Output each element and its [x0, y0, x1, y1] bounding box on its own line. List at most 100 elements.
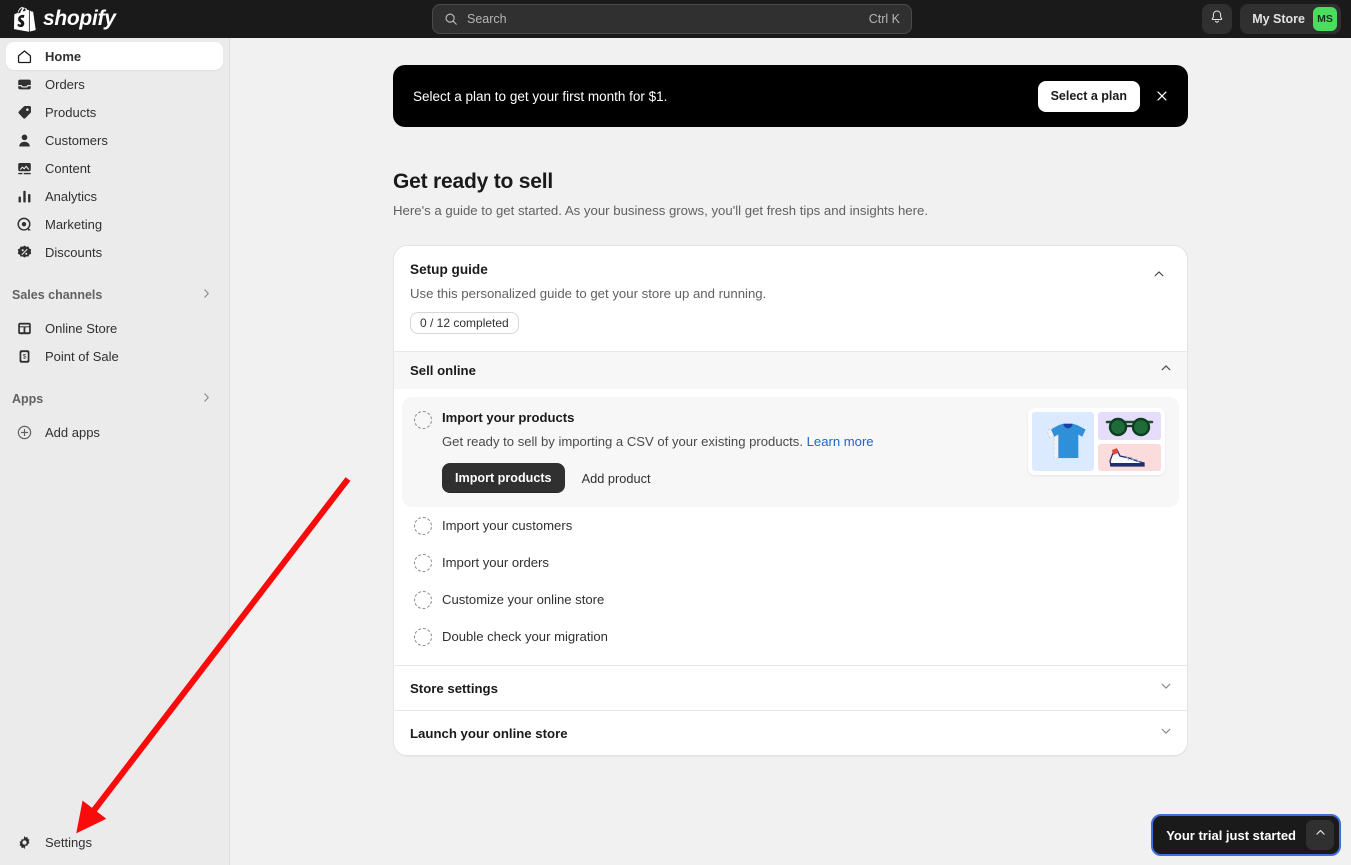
notifications-button[interactable]	[1202, 4, 1232, 34]
trial-banner-label: Your trial just started	[1166, 828, 1296, 843]
task-label: Import your customers	[442, 518, 572, 533]
incomplete-circle-icon[interactable]	[414, 517, 432, 535]
sidebar-item-label: Customers	[45, 133, 108, 148]
trial-banner-toggle-button[interactable]	[1306, 820, 1334, 850]
sidebar-item-customers[interactable]: Customers	[6, 126, 223, 154]
chevron-down-icon	[1159, 679, 1173, 698]
task-item-import-orders[interactable]: Import your orders	[402, 544, 1179, 581]
setup-guide-card: Setup guide Use this personalized guide …	[393, 245, 1188, 756]
task-label: Customize your online store	[442, 592, 604, 607]
marketing-target-icon	[16, 216, 33, 233]
gear-icon	[16, 834, 33, 851]
section-header-sell-online[interactable]: Sell online	[394, 351, 1187, 389]
sidebar-item-products[interactable]: Products	[6, 98, 223, 126]
chevron-up-icon	[1314, 826, 1327, 844]
person-icon	[16, 132, 33, 149]
search-input[interactable]: Search Ctrl K	[432, 4, 912, 34]
sidebar-item-label: Add apps	[45, 425, 100, 440]
sidebar-item-label: Marketing	[45, 217, 102, 232]
store-switcher-button[interactable]: My Store MS	[1240, 4, 1341, 34]
section-header-launch-online-store[interactable]: Launch your online store	[394, 710, 1187, 755]
setup-guide-description: Use this personalized guide to get your …	[410, 286, 1171, 301]
setup-guide-title: Setup guide	[410, 262, 1171, 277]
avatar: MS	[1313, 7, 1337, 31]
task-item-import-products: Import your products Get ready to sell b…	[402, 397, 1179, 507]
task-description-text: Get ready to sell by importing a CSV of …	[442, 434, 803, 449]
pos-register-icon: $	[16, 348, 33, 365]
sidebar-item-settings[interactable]: Settings	[6, 827, 218, 857]
learn-more-link[interactable]: Learn more	[807, 434, 874, 449]
select-a-plan-button[interactable]: Select a plan	[1038, 81, 1140, 112]
sidebar: Home Orders Products	[0, 38, 230, 865]
page-title: Get ready to sell	[393, 170, 1188, 194]
plan-promo-banner: Select a plan to get your first month fo…	[393, 65, 1188, 127]
shopify-logo[interactable]: shopify	[14, 7, 116, 32]
sidebar-item-online-store[interactable]: Online Store	[6, 314, 223, 342]
search-container: Search Ctrl K	[432, 4, 912, 34]
sidebar-item-label: Products	[45, 105, 96, 120]
sunglasses-thumbnail-icon	[1098, 412, 1161, 440]
chevron-up-icon	[1152, 267, 1166, 286]
sidebar-item-label: Content	[45, 161, 91, 176]
sidebar-section-apps[interactable]: Apps	[0, 384, 229, 414]
sidebar-section-sales-channels[interactable]: Sales channels	[0, 280, 229, 310]
section-title: Sell online	[410, 363, 476, 378]
search-shortcut-hint: Ctrl K	[869, 12, 900, 26]
shopify-wordmark: shopify	[43, 7, 116, 31]
task-item-double-check-migration[interactable]: Double check your migration	[402, 618, 1179, 655]
add-product-button[interactable]: Add product	[573, 463, 660, 493]
tshirt-thumbnail-icon	[1032, 412, 1094, 471]
sidebar-item-add-apps[interactable]: Add apps	[6, 418, 223, 446]
incomplete-circle-icon[interactable]	[414, 628, 432, 646]
page-subtitle: Here's a guide to get started. As your b…	[393, 203, 1188, 218]
task-label: Import your orders	[442, 555, 549, 570]
sidebar-item-label: Discounts	[45, 245, 102, 260]
bar-chart-icon	[16, 188, 33, 205]
sidebar-item-label: Orders	[45, 77, 85, 92]
orders-inbox-icon	[16, 76, 33, 93]
sidebar-item-discounts[interactable]: Discounts	[6, 238, 223, 266]
incomplete-circle-icon[interactable]	[414, 591, 432, 609]
task-label: Double check your migration	[442, 629, 608, 644]
content-column: Select a plan to get your first month fo…	[393, 65, 1188, 756]
chevron-right-icon	[200, 391, 213, 407]
task-item-import-customers[interactable]: Import your customers	[402, 507, 1179, 544]
sidebar-section-label: Sales channels	[12, 288, 102, 302]
setup-guide-collapse-button[interactable]	[1145, 262, 1173, 290]
section-title: Launch your online store	[410, 726, 568, 741]
sell-online-task-list: Import your products Get ready to sell b…	[394, 389, 1187, 665]
top-bar-actions: My Store MS	[1202, 4, 1341, 34]
task-item-customize-online-store[interactable]: Customize your online store	[402, 581, 1179, 618]
page-heading: Get ready to sell Here's a guide to get …	[393, 170, 1188, 218]
bell-icon	[1209, 9, 1225, 30]
sidebar-item-content[interactable]: Content	[6, 154, 223, 182]
trial-status-banner[interactable]: Your trial just started	[1151, 814, 1341, 856]
apps-list: Add apps	[0, 414, 229, 446]
incomplete-circle-icon[interactable]	[414, 554, 432, 572]
chevron-down-icon	[1159, 724, 1173, 743]
plus-circle-icon	[16, 424, 33, 441]
sidebar-item-marketing[interactable]: Marketing	[6, 210, 223, 238]
main-content: Select a plan to get your first month fo…	[230, 38, 1351, 865]
sales-channels-list: Online Store $ Point of Sale	[0, 310, 229, 370]
store-name-label: My Store	[1252, 12, 1305, 26]
product-tag-icon	[16, 104, 33, 121]
section-header-store-settings[interactable]: Store settings	[394, 665, 1187, 710]
section-title: Store settings	[410, 681, 498, 696]
plan-banner-message: Select a plan to get your first month fo…	[413, 89, 1038, 104]
import-products-button[interactable]: Import products	[442, 463, 565, 493]
sidebar-item-analytics[interactable]: Analytics	[6, 182, 223, 210]
sidebar-item-orders[interactable]: Orders	[6, 70, 223, 98]
close-icon[interactable]	[1146, 80, 1178, 112]
sidebar-item-home[interactable]: Home	[6, 42, 223, 70]
sidebar-item-label: Home	[45, 49, 81, 64]
chevron-up-icon	[1159, 361, 1173, 380]
setup-guide-header: Setup guide Use this personalized guide …	[394, 246, 1187, 351]
shopify-admin-window: shopify Search Ctrl K	[0, 0, 1351, 865]
svg-text:$: $	[23, 353, 27, 360]
shopify-bag-icon	[14, 7, 36, 32]
search-placeholder-text: Search	[467, 12, 869, 26]
sidebar-item-point-of-sale[interactable]: $ Point of Sale	[6, 342, 223, 370]
incomplete-circle-icon[interactable]	[414, 411, 432, 429]
product-collage-thumbnail	[1028, 408, 1165, 475]
